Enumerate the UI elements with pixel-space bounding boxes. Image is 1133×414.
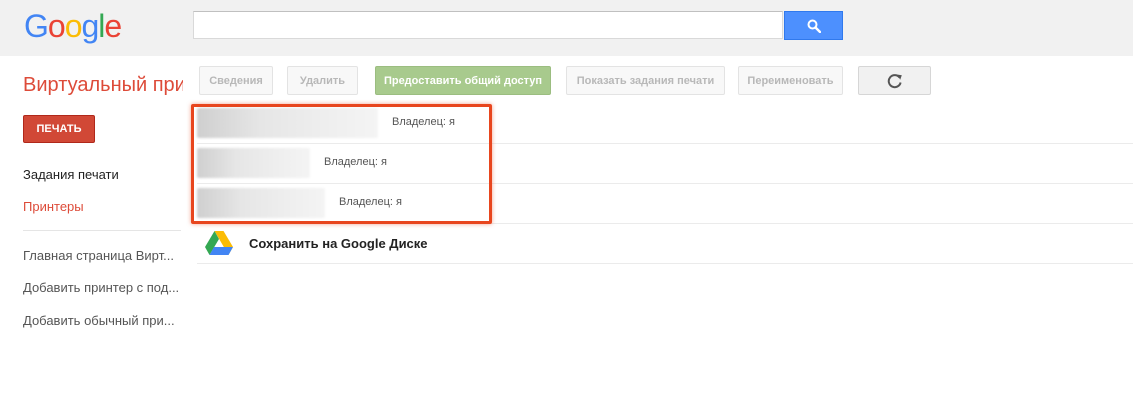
logo-letter-o1: o — [47, 8, 66, 44]
google-drive-icon — [205, 231, 233, 255]
share-button[interactable]: Предоставить общий доступ — [375, 66, 551, 95]
logo-letter-g: G — [24, 8, 49, 44]
nav-add-cloud-printer[interactable]: Добавить принтер с под... — [23, 280, 181, 295]
delete-button[interactable]: Удалить — [287, 66, 358, 95]
refresh-button[interactable] — [858, 66, 931, 95]
page-title: Виртуальный при — [23, 74, 183, 96]
logo-letter-g2: g — [81, 8, 99, 44]
print-button[interactable]: ПЕЧАТЬ — [23, 115, 95, 143]
nav-printers[interactable]: Принтеры — [23, 199, 84, 214]
details-button[interactable]: Сведения — [199, 66, 273, 95]
search-button[interactable] — [784, 11, 843, 40]
save-to-drive-label: Сохранить на Google Диске — [249, 236, 428, 251]
logo-letter-o2: o — [64, 8, 83, 44]
search-input[interactable] — [193, 11, 783, 39]
top-bar: Google — [0, 0, 1133, 56]
nav-add-classic-printer[interactable]: Добавить обычный при... — [23, 313, 181, 328]
highlight-annotation — [191, 104, 492, 224]
rename-button[interactable]: Переименовать — [738, 66, 843, 95]
refresh-icon — [887, 73, 902, 88]
google-logo[interactable]: Google — [24, 8, 122, 44]
sidebar-divider — [23, 230, 181, 231]
search-icon — [807, 19, 821, 33]
nav-print-jobs[interactable]: Задания печати — [23, 167, 119, 182]
logo-letter-e: e — [104, 8, 122, 44]
nav-cloud-print-home[interactable]: Главная страница Вирт... — [23, 248, 181, 263]
save-to-drive-row[interactable]: Сохранить на Google Диске — [197, 224, 1133, 264]
show-print-jobs-button[interactable]: Показать задания печати — [566, 66, 725, 95]
